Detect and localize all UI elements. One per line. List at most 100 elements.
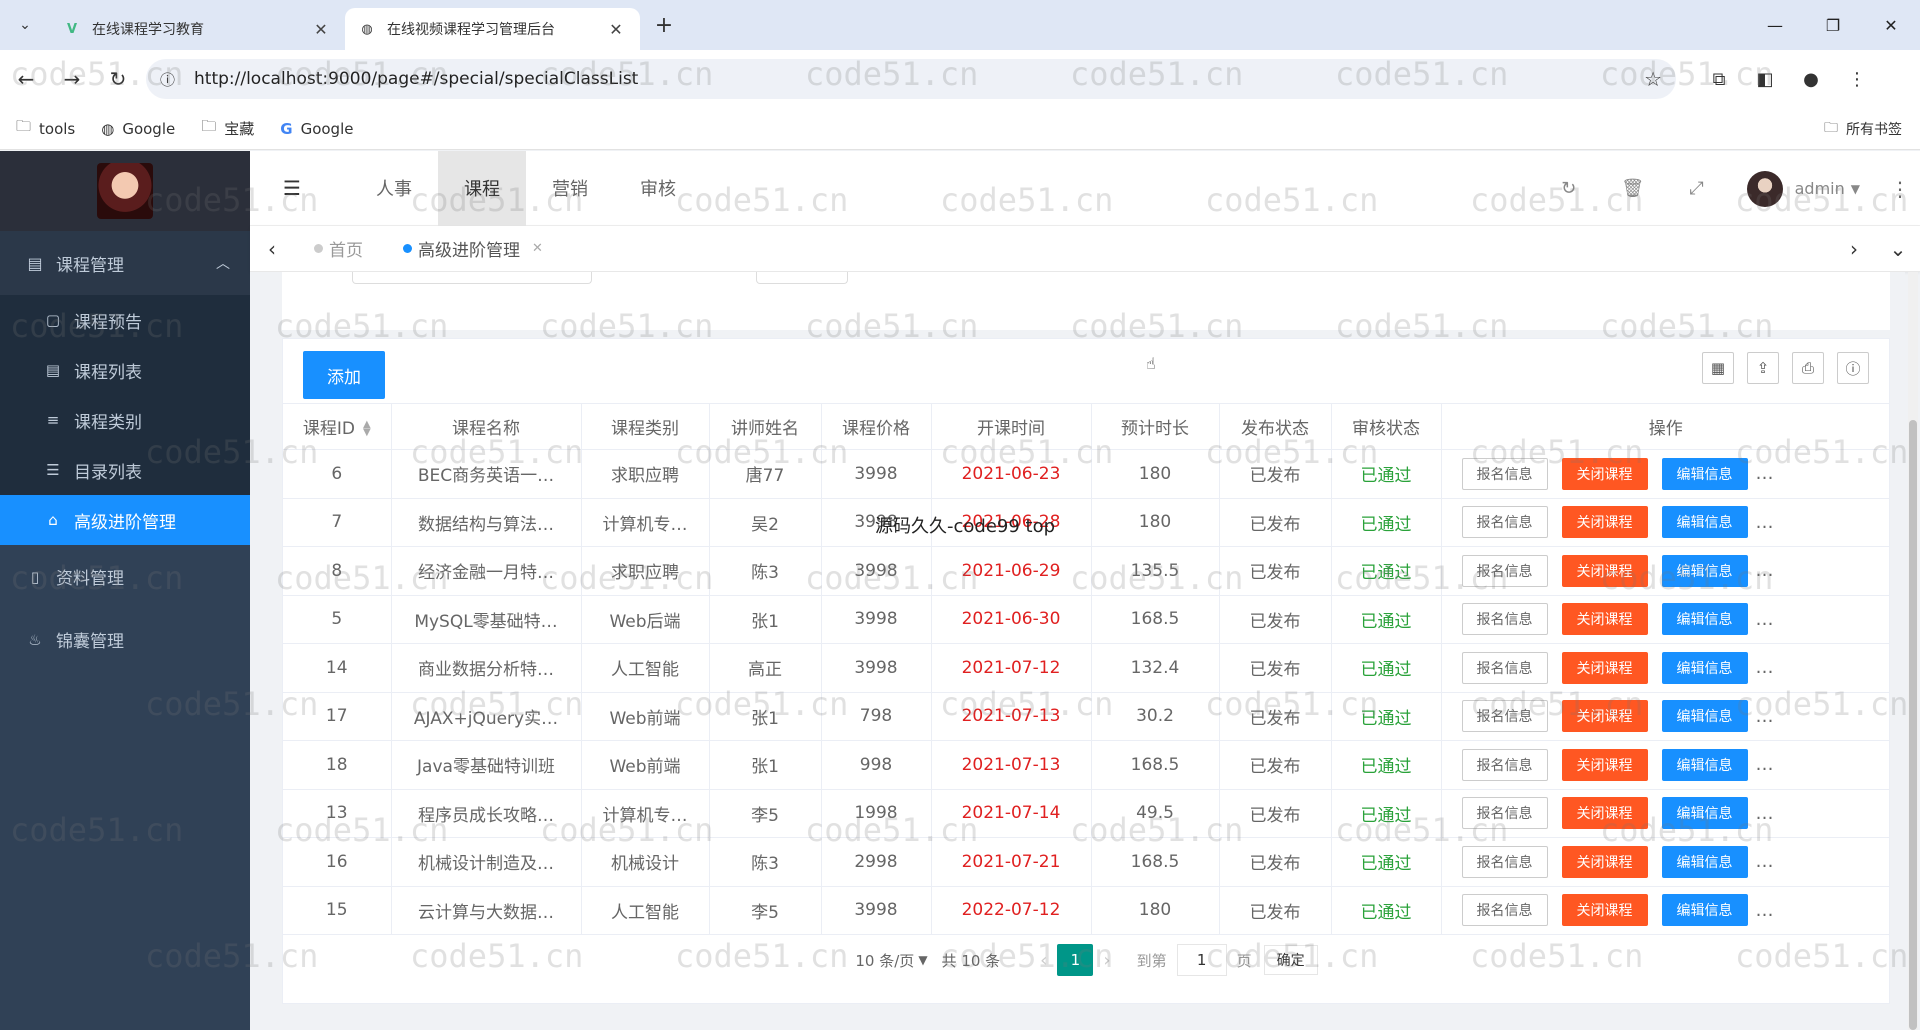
more-actions-icon[interactable]: … bbox=[1756, 900, 1774, 921]
signup-info-button[interactable]: 报名信息 bbox=[1461, 845, 1548, 878]
more-actions-icon[interactable]: … bbox=[1756, 560, 1774, 581]
signup-info-button[interactable]: 报名信息 bbox=[1461, 506, 1548, 539]
close-course-button[interactable]: 关闭课程 bbox=[1561, 457, 1648, 490]
profile-icon[interactable]: ● bbox=[1788, 69, 1834, 90]
columns-icon[interactable]: ▦ bbox=[1702, 352, 1734, 384]
signup-info-button[interactable]: 报名信息 bbox=[1461, 797, 1548, 830]
site-info-icon[interactable]: ⓘ bbox=[160, 69, 182, 90]
sidebar-item-materials[interactable]: ▯ 资料管理 bbox=[0, 545, 250, 608]
hamburger-icon[interactable]: ☰ bbox=[264, 176, 320, 200]
prev-page-icon[interactable]: ‹ bbox=[1040, 950, 1047, 971]
chevron-right-icon[interactable]: › bbox=[1832, 237, 1876, 261]
tab-search-icon[interactable]: ⌄ bbox=[0, 0, 50, 50]
signup-info-button[interactable]: 报名信息 bbox=[1461, 603, 1548, 636]
sidebar-item-category[interactable]: ≡ 课程类别 bbox=[0, 395, 250, 445]
back-icon[interactable]: ← bbox=[6, 59, 46, 99]
close-course-button[interactable]: 关闭课程 bbox=[1561, 700, 1648, 733]
sidebar-item-advanced[interactable]: ⌂ 高级进阶管理 bbox=[0, 495, 250, 545]
signup-info-button[interactable]: 报名信息 bbox=[1461, 554, 1548, 587]
signup-info-button[interactable]: 报名信息 bbox=[1461, 457, 1548, 490]
info-icon[interactable]: ⓘ bbox=[1837, 352, 1869, 384]
more-actions-icon[interactable]: … bbox=[1756, 851, 1774, 872]
close-course-button[interactable]: 关闭课程 bbox=[1561, 651, 1648, 684]
browser-menu-icon[interactable]: ⋮ bbox=[1834, 69, 1880, 90]
edit-info-button[interactable]: 编辑信息 bbox=[1661, 845, 1748, 878]
more-actions-icon[interactable]: … bbox=[1756, 463, 1774, 484]
close-course-button[interactable]: 关闭课程 bbox=[1561, 894, 1648, 927]
edit-info-button[interactable]: 编辑信息 bbox=[1661, 457, 1748, 490]
print-icon[interactable]: ⎙ bbox=[1792, 352, 1824, 384]
new-tab-button[interactable]: + bbox=[646, 13, 682, 38]
sidebar-item-tips[interactable]: ♨ 锦囊管理 bbox=[0, 608, 250, 671]
bookmark-treasure[interactable]: 🗀 宝藏 bbox=[201, 116, 254, 141]
top-menu-hr[interactable]: 人事 bbox=[350, 151, 438, 226]
export-icon[interactable]: ⇪ bbox=[1747, 352, 1779, 384]
edit-info-button[interactable]: 编辑信息 bbox=[1661, 651, 1748, 684]
top-menu-audit[interactable]: 审核 bbox=[614, 151, 702, 226]
edit-info-button[interactable]: 编辑信息 bbox=[1661, 894, 1748, 927]
close-course-button[interactable]: 关闭课程 bbox=[1561, 554, 1648, 587]
bookmark-google-2[interactable]: G Google bbox=[280, 120, 353, 138]
close-course-button[interactable]: 关闭课程 bbox=[1561, 748, 1648, 781]
browser-tab-2[interactable]: ◍ 在线视频课程学习管理后台 ✕ bbox=[345, 8, 640, 50]
signup-info-button[interactable]: 报名信息 bbox=[1461, 748, 1548, 781]
more-actions-icon[interactable]: … bbox=[1756, 706, 1774, 727]
side-panel-icon[interactable]: ◧ bbox=[1742, 69, 1788, 90]
sort-icon[interactable]: ▲ ▼ bbox=[363, 420, 371, 438]
minimize-icon[interactable]: — bbox=[1746, 0, 1804, 50]
close-course-button[interactable]: 关闭课程 bbox=[1561, 845, 1648, 878]
user-name[interactable]: admin bbox=[1795, 179, 1845, 198]
restore-icon[interactable]: ❐ bbox=[1804, 0, 1862, 50]
edit-info-button[interactable]: 编辑信息 bbox=[1661, 603, 1748, 636]
column-header[interactable]: 课程ID ▲ ▼ bbox=[283, 403, 392, 450]
scrollbar-thumb[interactable] bbox=[1909, 420, 1917, 1030]
refresh-icon[interactable]: ↻ bbox=[1537, 178, 1601, 199]
more-actions-icon[interactable]: … bbox=[1756, 512, 1774, 533]
next-page-icon[interactable]: › bbox=[1103, 950, 1110, 971]
chevron-down-icon[interactable]: ▼ bbox=[1851, 182, 1860, 196]
more-icon[interactable]: ⋮ bbox=[1880, 177, 1920, 201]
edit-info-button[interactable]: 编辑信息 bbox=[1661, 748, 1748, 781]
more-actions-icon[interactable]: … bbox=[1756, 754, 1774, 775]
close-window-icon[interactable]: ✕ bbox=[1862, 0, 1920, 50]
more-actions-icon[interactable]: … bbox=[1756, 803, 1774, 824]
url-text[interactable]: http://localhost:9000/page#/special/spec… bbox=[194, 69, 1644, 89]
page-size-select[interactable]: 10 条/页 ▼ bbox=[855, 950, 927, 971]
search-input[interactable] bbox=[352, 272, 592, 284]
edit-info-button[interactable]: 编辑信息 bbox=[1661, 797, 1748, 830]
goto-input[interactable]: 1 bbox=[1176, 944, 1227, 976]
bookmark-tools[interactable]: 🗀 tools bbox=[16, 116, 75, 141]
edit-info-button[interactable]: 编辑信息 bbox=[1661, 554, 1748, 587]
edit-info-button[interactable]: 编辑信息 bbox=[1661, 700, 1748, 733]
add-button[interactable]: 添加 bbox=[303, 351, 385, 399]
edit-info-button[interactable]: 编辑信息 bbox=[1661, 506, 1748, 539]
star-icon[interactable]: ☆ bbox=[1644, 67, 1662, 91]
top-menu-marketing[interactable]: 营销 bbox=[526, 151, 614, 226]
close-course-button[interactable]: 关闭课程 bbox=[1561, 797, 1648, 830]
signup-info-button[interactable]: 报名信息 bbox=[1461, 894, 1548, 927]
sidebar-item-catalog[interactable]: ☰ 目录列表 bbox=[0, 445, 250, 495]
page-number-current[interactable]: 1 bbox=[1057, 944, 1094, 976]
goto-confirm-button[interactable]: 确定 bbox=[1263, 945, 1318, 975]
close-course-button[interactable]: 关闭课程 bbox=[1561, 603, 1648, 636]
chevron-down-icon[interactable]: ⌄ bbox=[1876, 237, 1920, 261]
avatar[interactable] bbox=[1746, 170, 1783, 207]
scrollbar[interactable] bbox=[1908, 272, 1918, 1030]
close-icon[interactable]: ✕ bbox=[532, 241, 543, 256]
omnibox[interactable]: ⓘ http://localhost:9000/page#/special/sp… bbox=[146, 59, 1676, 99]
close-course-button[interactable]: 关闭课程 bbox=[1561, 506, 1648, 539]
signup-info-button[interactable]: 报名信息 bbox=[1461, 651, 1548, 684]
search-button[interactable] bbox=[756, 272, 848, 284]
close-icon[interactable]: ✕ bbox=[311, 20, 331, 39]
more-actions-icon[interactable]: … bbox=[1756, 657, 1774, 678]
browser-tab-1[interactable]: V 在线课程学习教育 ✕ bbox=[50, 8, 345, 50]
fullscreen-icon[interactable]: ⤢ bbox=[1665, 178, 1729, 199]
trash-icon[interactable]: 🗑 bbox=[1601, 178, 1665, 199]
signup-info-button[interactable]: 报名信息 bbox=[1461, 700, 1548, 733]
tag-home[interactable]: 首页 bbox=[294, 226, 383, 272]
all-bookmarks[interactable]: 🗀 所有书签 bbox=[1824, 108, 1902, 150]
bookmark-google[interactable]: ◍ Google bbox=[101, 120, 175, 138]
sidebar-group-course[interactable]: ▤ 课程管理 ︿ bbox=[0, 231, 250, 295]
tag-current[interactable]: 高级进阶管理 ✕ bbox=[383, 226, 563, 272]
forward-icon[interactable]: → bbox=[52, 59, 92, 99]
